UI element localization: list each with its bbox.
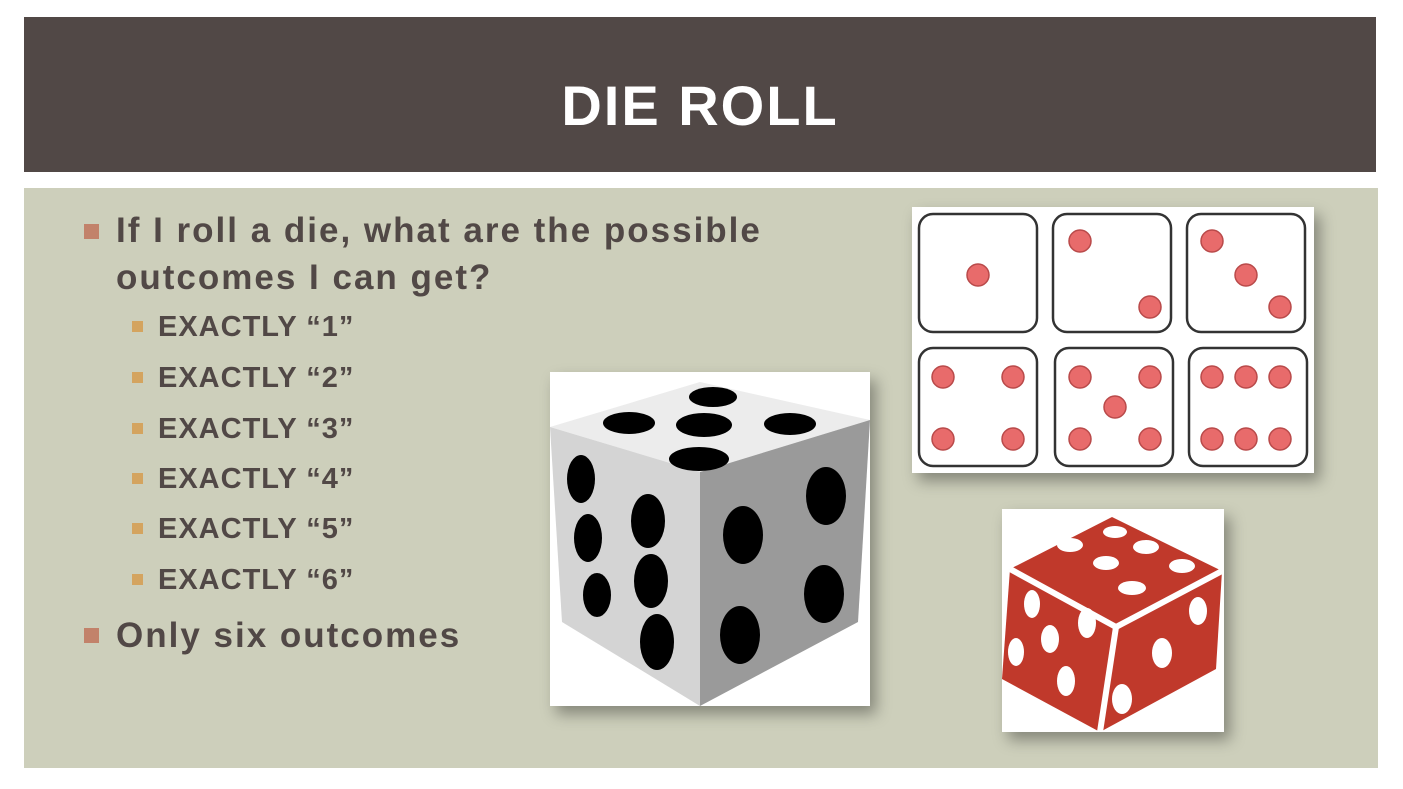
- outcome-item: EXACTLY “2”: [158, 362, 355, 394]
- six-dice-faces-image: [912, 207, 1314, 473]
- outcome-item: EXACTLY “5”: [158, 513, 355, 545]
- conclusion-line: Only six outcomes: [116, 616, 462, 655]
- bullet-square-icon: [132, 423, 143, 434]
- outcome-item: EXACTLY “4”: [158, 463, 355, 495]
- slide-title: DIE ROLL: [561, 74, 839, 137]
- bullet-square-icon: [84, 224, 99, 239]
- outcome-item: EXACTLY “1”: [158, 311, 355, 343]
- bullet-square-icon: [132, 574, 143, 585]
- bullet-square-icon: [84, 628, 99, 643]
- outcome-item: EXACTLY “3”: [158, 413, 355, 445]
- question-line-2: outcomes I can get?: [116, 258, 493, 297]
- bullet-square-icon: [132, 473, 143, 484]
- title-bar: DIE ROLL: [24, 17, 1376, 172]
- white-die-image: [550, 372, 870, 706]
- red-die-image: [1002, 509, 1224, 732]
- question-line-1: If I roll a die, what are the possible: [116, 211, 762, 250]
- outcome-item: EXACTLY “6”: [158, 564, 355, 596]
- bullet-square-icon: [132, 523, 143, 534]
- bullet-square-icon: [132, 372, 143, 383]
- bullet-square-icon: [132, 321, 143, 332]
